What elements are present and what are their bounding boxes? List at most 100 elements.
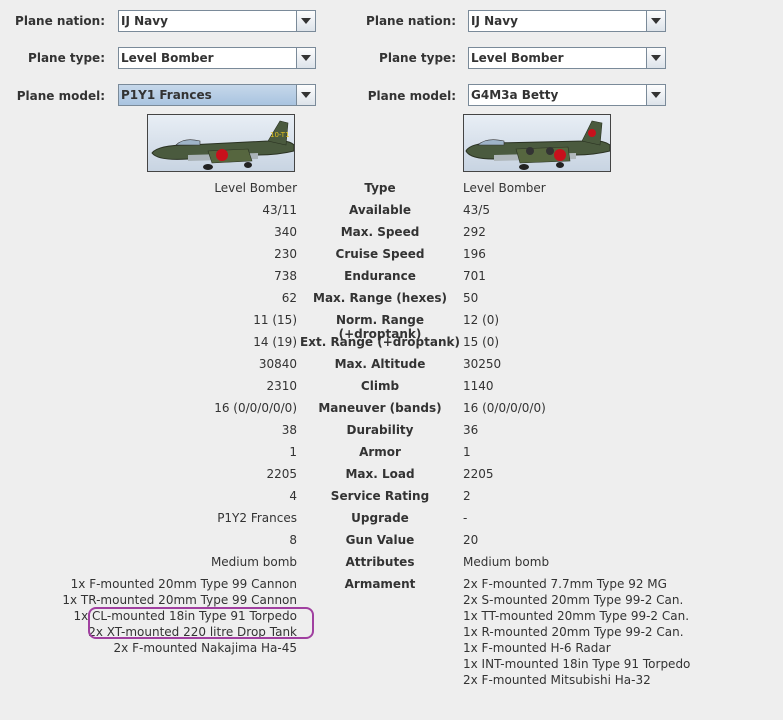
left-stat-value: 8 bbox=[289, 533, 297, 547]
right-nation-value: IJ Navy bbox=[471, 14, 518, 28]
right-stat-value: 43/5 bbox=[463, 203, 490, 217]
left-stat-value: P1Y2 Frances bbox=[217, 511, 297, 525]
highlight-circle bbox=[88, 607, 314, 639]
left-stat-value: 43/11 bbox=[262, 203, 297, 217]
stat-row: 30840 Max. Altitude 30250 bbox=[0, 357, 783, 373]
left-model-dropdown[interactable]: P1Y1 Frances bbox=[118, 84, 316, 106]
right-type-value: Level Bomber bbox=[471, 51, 564, 65]
left-stat-value: Level Bomber bbox=[214, 181, 297, 195]
stat-label: Endurance bbox=[344, 269, 416, 283]
stat-label: Armor bbox=[359, 445, 401, 459]
left-nation-label: Plane nation: bbox=[15, 14, 105, 28]
right-nation-label: Plane nation: bbox=[366, 14, 456, 28]
armament-label: Armament bbox=[344, 577, 416, 591]
left-stat-value: 62 bbox=[281, 291, 297, 305]
left-stat-value: 2205 bbox=[266, 467, 297, 481]
stat-label: Max. Load bbox=[345, 467, 415, 481]
left-stat-value: 38 bbox=[281, 423, 297, 437]
right-stat-value: 16 (0/0/0/0/0) bbox=[463, 401, 546, 415]
left-armament-item: 1x TR-mounted 20mm Type 99 Cannon bbox=[62, 593, 297, 607]
left-stat-value: 340 bbox=[274, 225, 297, 239]
right-armament-item: 1x R-mounted 20mm Type 99-2 Can. bbox=[463, 625, 684, 639]
left-model-value: P1Y1 Frances bbox=[121, 88, 212, 102]
left-stat-value: 30840 bbox=[258, 357, 297, 371]
stat-label: Type bbox=[364, 181, 396, 195]
right-stat-value: 292 bbox=[463, 225, 486, 239]
left-stat-value: 230 bbox=[274, 247, 297, 261]
stat-row: Level Bomber Type Level Bomber bbox=[0, 181, 783, 197]
right-stat-value: Level Bomber bbox=[463, 181, 546, 195]
right-stat-value: 30250 bbox=[463, 357, 502, 371]
tail-marking: 10-T1 bbox=[270, 131, 290, 139]
right-model-dropdown[interactable]: G4M3a Betty bbox=[468, 84, 666, 106]
left-armament-item: 1x F-mounted 20mm Type 99 Cannon bbox=[70, 577, 297, 591]
stat-row: 2205 Max. Load 2205 bbox=[0, 467, 783, 483]
right-model-value: G4M3a Betty bbox=[471, 88, 559, 102]
left-armament-item: 2x F-mounted Nakajima Ha-45 bbox=[113, 641, 297, 655]
stat-row: 43/11 Available 43/5 bbox=[0, 203, 783, 219]
stat-row: 11 (15) Norm. Range (+droptank) 12 (0) bbox=[0, 313, 783, 341]
stat-label: Max. Range (hexes) bbox=[313, 291, 447, 305]
stat-row: 1 Armor 1 bbox=[0, 445, 783, 461]
stat-row: 62 Max. Range (hexes) 50 bbox=[0, 291, 783, 307]
stat-label: Maneuver (bands) bbox=[318, 401, 442, 415]
stat-row: Medium bomb Attributes Medium bomb bbox=[0, 555, 783, 571]
right-stat-value: 15 (0) bbox=[463, 335, 500, 349]
stat-label: Available bbox=[349, 203, 411, 217]
right-stat-value: 196 bbox=[463, 247, 486, 261]
stat-row: 14 (19) Ext. Range (+droptank) 15 (0) bbox=[0, 335, 783, 351]
right-stat-value: 50 bbox=[463, 291, 479, 305]
right-stat-value: 1140 bbox=[463, 379, 494, 393]
left-stat-value: Medium bomb bbox=[210, 555, 297, 569]
right-armament-item: 1x F-mounted H-6 Radar bbox=[463, 641, 611, 655]
stat-row: 230 Cruise Speed 196 bbox=[0, 247, 783, 263]
stat-label: Attributes bbox=[345, 555, 415, 569]
right-stat-value: Medium bomb bbox=[463, 555, 550, 569]
right-stat-value: 20 bbox=[463, 533, 479, 547]
stat-label: Ext. Range (+droptank) bbox=[300, 335, 460, 349]
stat-label: Cruise Speed bbox=[335, 247, 425, 261]
chevron-down-icon[interactable] bbox=[296, 48, 315, 68]
stat-row: 16 (0/0/0/0/0) Maneuver (bands) 16 (0/0/0/… bbox=[0, 401, 783, 417]
chevron-down-icon[interactable] bbox=[296, 85, 315, 105]
right-model-label: Plane model: bbox=[367, 89, 456, 103]
right-stat-value: - bbox=[463, 511, 468, 525]
left-model-label: Plane model: bbox=[16, 89, 105, 103]
chevron-down-icon[interactable] bbox=[646, 48, 665, 68]
chevron-down-icon[interactable] bbox=[646, 11, 665, 31]
left-type-dropdown[interactable]: Level Bomber bbox=[118, 47, 316, 69]
stat-label: Upgrade bbox=[351, 511, 409, 525]
stat-label: Gun Value bbox=[345, 533, 415, 547]
right-armament-item: 1x INT-mounted 18in Type 91 Torpedo bbox=[463, 657, 691, 671]
right-stat-value: 2 bbox=[463, 489, 471, 503]
left-stat-value: 14 (19) bbox=[253, 335, 297, 349]
right-armament-item: 1x TT-mounted 20mm Type 99-2 Can. bbox=[463, 609, 690, 623]
plane-p1y1-frances-image: 10-T1 bbox=[147, 114, 295, 172]
right-nation-dropdown[interactable]: IJ Navy bbox=[468, 10, 666, 32]
stat-row: P1Y2 Frances Upgrade - bbox=[0, 511, 783, 527]
right-type-dropdown[interactable]: Level Bomber bbox=[468, 47, 666, 69]
stat-label: Max. Speed bbox=[340, 225, 420, 239]
left-stat-value: 11 (15) bbox=[253, 313, 297, 327]
chevron-down-icon[interactable] bbox=[296, 11, 315, 31]
plane-g4m3a-betty-image bbox=[463, 114, 611, 172]
chevron-down-icon[interactable] bbox=[646, 85, 665, 105]
right-armament-item: 2x F-mounted 7.7mm Type 92 MG bbox=[463, 577, 667, 591]
right-type-label: Plane type: bbox=[379, 51, 456, 65]
left-stat-value: 2310 bbox=[266, 379, 297, 393]
left-type-value: Level Bomber bbox=[121, 51, 214, 65]
right-armament-item: 2x F-mounted Mitsubishi Ha-32 bbox=[463, 673, 651, 687]
stat-label: Climb bbox=[360, 379, 400, 393]
stat-row: 4 Service Rating 2 bbox=[0, 489, 783, 505]
stat-row: 38 Durability 36 bbox=[0, 423, 783, 439]
stat-row: 2310 Climb 1140 bbox=[0, 379, 783, 395]
left-stat-value: 16 (0/0/0/0/0) bbox=[214, 401, 297, 415]
left-type-label: Plane type: bbox=[28, 51, 105, 65]
right-stat-value: 1 bbox=[463, 445, 471, 459]
left-nation-dropdown[interactable]: IJ Navy bbox=[118, 10, 316, 32]
stat-row: 738 Endurance 701 bbox=[0, 269, 783, 285]
right-stat-value: 701 bbox=[463, 269, 486, 283]
stat-label: Service Rating bbox=[330, 489, 430, 503]
right-stat-value: 36 bbox=[463, 423, 479, 437]
stat-label: Durability bbox=[346, 423, 414, 437]
